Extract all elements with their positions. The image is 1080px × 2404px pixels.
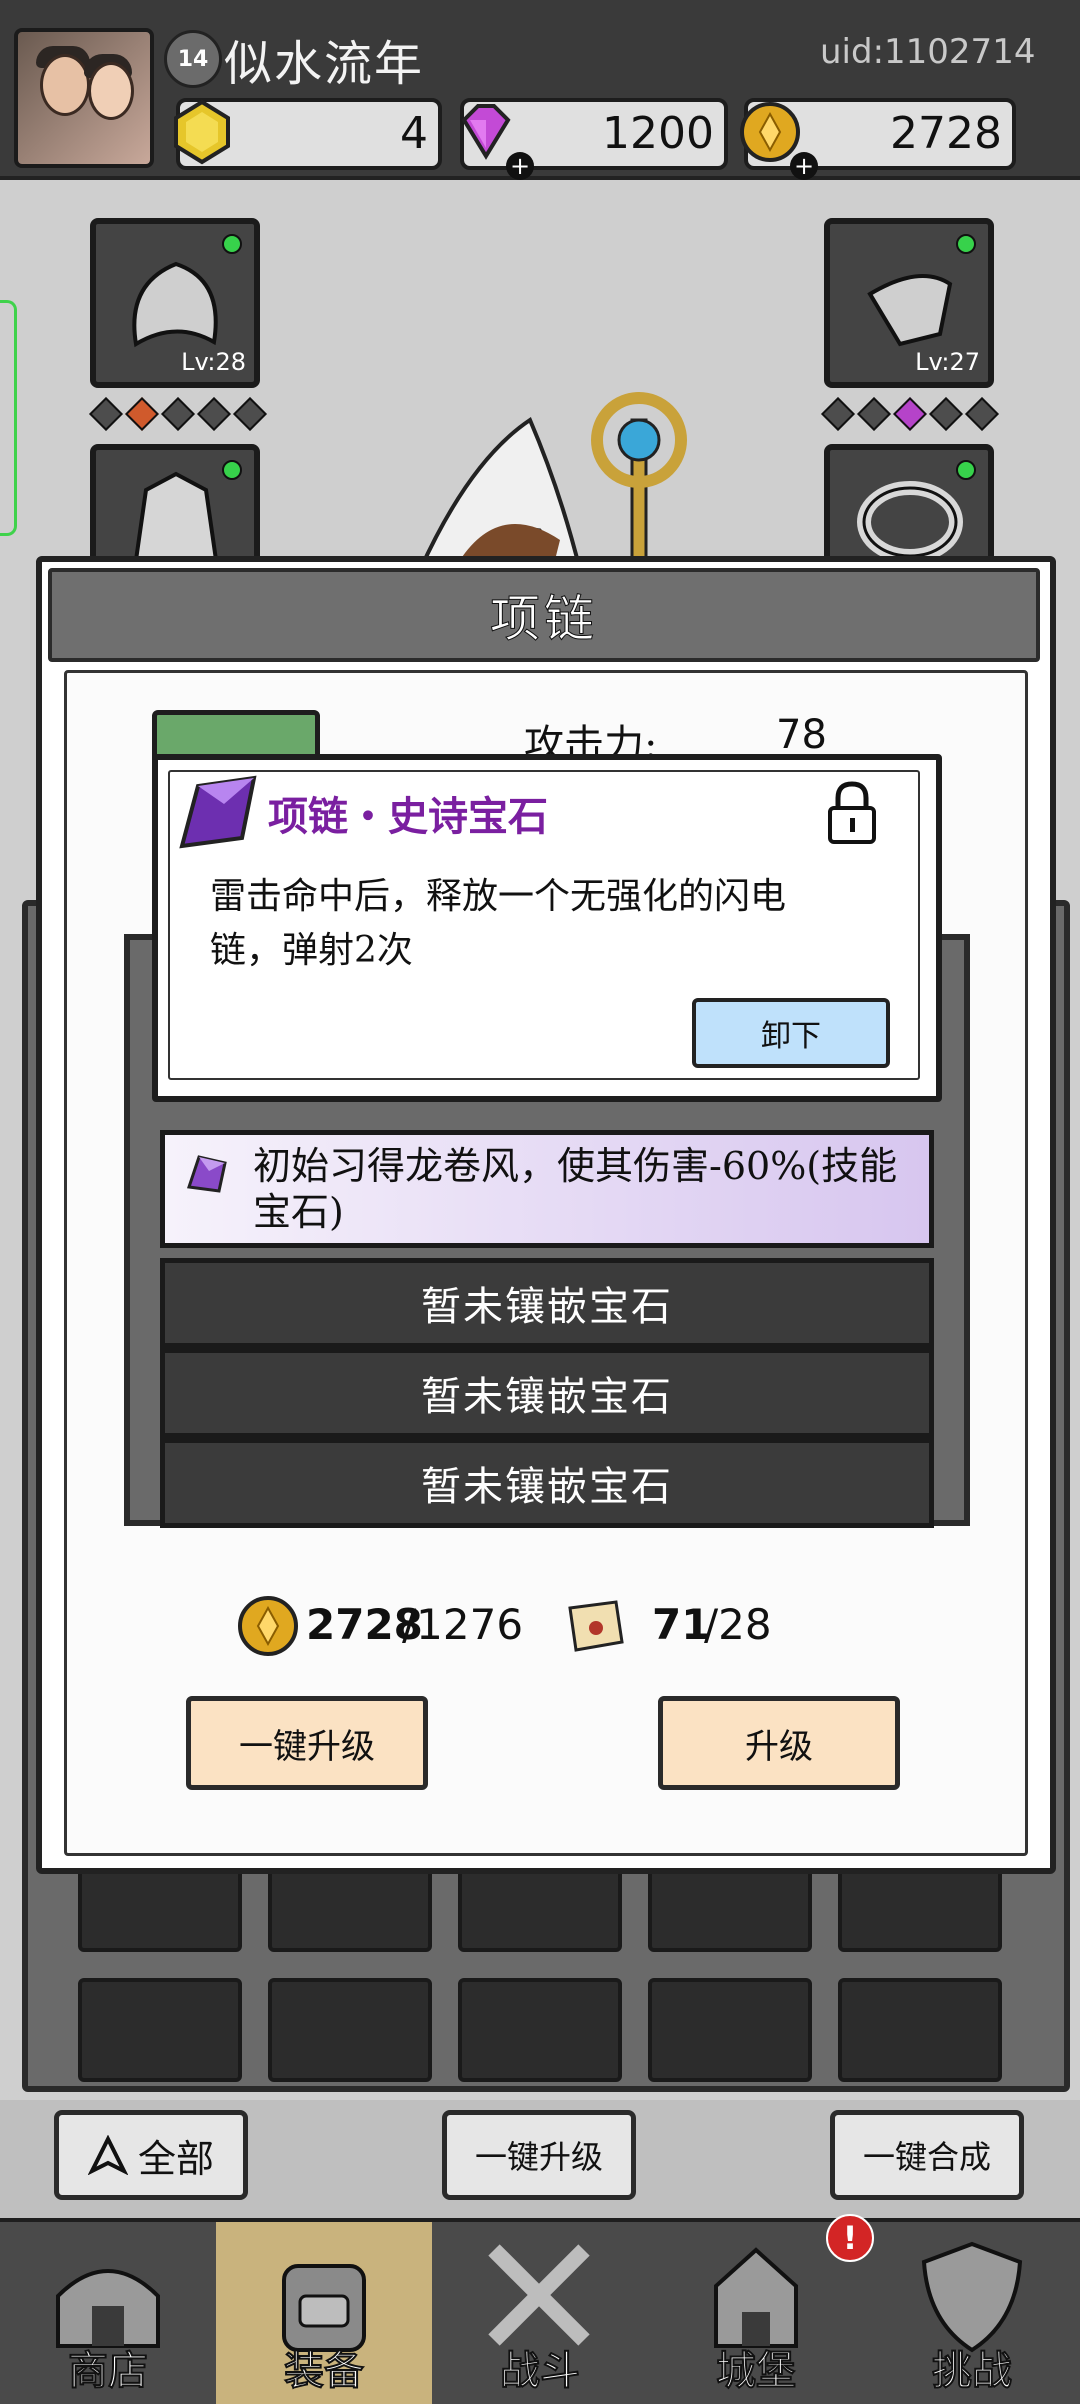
add-diamond-button[interactable]: +: [506, 152, 534, 180]
nav-castle[interactable]: ! 城堡: [648, 2214, 874, 2404]
gold-gem-icon: [174, 99, 230, 165]
attack-value: 78: [776, 712, 827, 758]
coin-icon: [238, 1596, 298, 1656]
triangle-icon: [87, 2135, 128, 2175]
gem-cell[interactable]: [268, 1978, 432, 2082]
gem-detail-popup: 项链・史诗宝石 雷击命中后，释放一个无强化的闪电链，弹射2次 卸下: [152, 754, 942, 1102]
player-name: 似水流年: [224, 36, 425, 92]
popup-description: 雷击命中后，释放一个无强化的闪电链，弹射2次: [210, 876, 787, 971]
purple-gem-icon: [187, 1155, 227, 1193]
nav-equipment[interactable]: 装备: [216, 2222, 432, 2404]
scroll-have: 71: [652, 1600, 711, 1649]
bottom-nav: 商店 装备 战斗 ! 城堡 挑战: [0, 2214, 1080, 2404]
helmet-level: Lv:28: [181, 348, 246, 376]
gem-cell[interactable]: [78, 1978, 242, 2082]
gold-gem-value: 4: [400, 108, 428, 159]
gem-slot-filled-text: 初始习得龙卷风，使其伤害-60%(技能宝石): [253, 1144, 898, 1234]
gloves-slot[interactable]: Lv:27: [824, 218, 994, 388]
nav-shop[interactable]: 商店: [0, 2222, 216, 2404]
scroll-need: /28: [704, 1600, 772, 1649]
nav-castle-label: 城堡: [715, 2347, 797, 2395]
gem-slot-empty[interactable]: 暂未镶嵌宝石: [160, 1258, 934, 1348]
helmet-slot[interactable]: Lv:28: [90, 218, 260, 388]
epic-gem-icon: [179, 775, 257, 849]
side-tab[interactable]: [0, 300, 17, 536]
bulk-upgrade-button[interactable]: 一键升级: [442, 2110, 636, 2200]
upgrade-cost-row: 2728 /1276 71 /28: [42, 1582, 1038, 1672]
gold-gem-counter: 4: [174, 98, 442, 170]
upgrade-button[interactable]: 升级: [658, 1696, 900, 1790]
helmet-sockets: [88, 397, 268, 431]
nav-challenge[interactable]: 挑战: [864, 2222, 1080, 2404]
dialog-title: 项链: [48, 568, 1040, 662]
nav-challenge-label: 挑战: [931, 2347, 1013, 2395]
gem-slot-empty[interactable]: 暂未镶嵌宝石: [160, 1438, 934, 1528]
diamond-counter: + 1200: [460, 98, 728, 180]
scroll-icon: [568, 1600, 624, 1652]
gem-slot-empty[interactable]: 暂未镶嵌宝石: [160, 1348, 934, 1438]
unequip-button[interactable]: 卸下: [692, 998, 890, 1068]
gem-slot-filled[interactable]: 初始习得龙卷风，使其伤害-60%(技能宝石): [160, 1130, 934, 1248]
filter-all-label: 全部: [137, 2136, 214, 2181]
coin-counter: + 2728: [740, 98, 1016, 180]
one-click-upgrade-button[interactable]: 一键升级: [186, 1696, 428, 1790]
diamond-value: 1200: [602, 108, 714, 159]
lock-icon[interactable]: [824, 780, 880, 846]
gem-cell[interactable]: [838, 1978, 1002, 2082]
gloves-sockets: [820, 397, 1000, 431]
filter-all-button[interactable]: 全部: [54, 2110, 248, 2200]
popup-title: 项链・史诗宝石: [268, 793, 548, 840]
nav-equipment-label: 装备: [283, 2347, 365, 2395]
nav-battle-label: 战斗: [499, 2347, 581, 2395]
uid-label: uid:1102714: [820, 32, 1036, 72]
gem-cell[interactable]: [458, 1978, 622, 2082]
nav-battle[interactable]: 战斗: [432, 2222, 648, 2404]
gloves-level: Lv:27: [915, 348, 980, 376]
coin-value: 2728: [890, 108, 1002, 159]
level-badge: 14: [164, 30, 222, 88]
add-coin-button[interactable]: +: [790, 152, 818, 180]
top-bar: 14 似水流年 uid:1102714 4 + 1200 + 2728: [0, 0, 1080, 180]
nav-shop-label: 商店: [67, 2347, 149, 2395]
gem-cell[interactable]: [648, 1978, 812, 2082]
bulk-merge-button[interactable]: 一键合成: [830, 2110, 1024, 2200]
avatar[interactable]: [14, 28, 154, 168]
gold-need: /1276: [402, 1600, 524, 1649]
